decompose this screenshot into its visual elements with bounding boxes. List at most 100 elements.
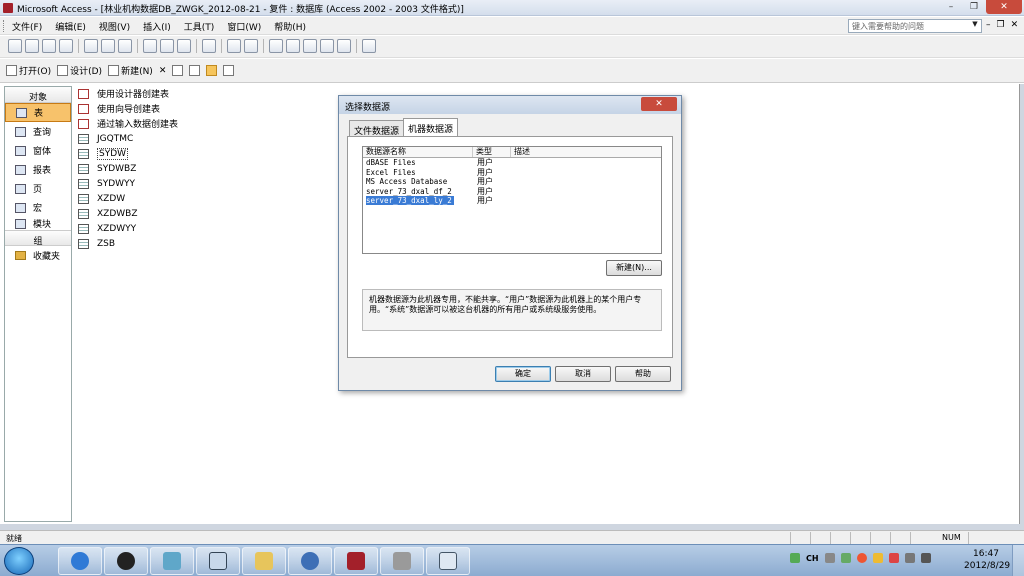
tray-app-icon[interactable] xyxy=(840,553,851,563)
close-icon[interactable]: ✕ xyxy=(986,0,1022,14)
copy-icon[interactable] xyxy=(160,39,174,53)
taskbar-qq[interactable] xyxy=(104,547,148,575)
menu-file[interactable]: 文件(F) xyxy=(12,20,42,33)
taskbar-tools[interactable] xyxy=(380,547,424,575)
list-item[interactable]: 使用向导创建表 xyxy=(78,101,178,116)
data-source-list[interactable]: 数据源名称 类型 描述 dBASE Files 用户 Excel Files 用… xyxy=(362,146,662,254)
table-row[interactable]: Excel Files 用户 xyxy=(363,168,661,178)
list-item[interactable]: XZDW xyxy=(78,191,178,206)
print-icon[interactable] xyxy=(84,39,98,53)
objects-header[interactable]: 对象 xyxy=(5,87,71,103)
design-button[interactable]: 设计(D) xyxy=(57,64,102,77)
list-view-icon[interactable] xyxy=(206,65,218,76)
taskbar-app[interactable] xyxy=(150,547,194,575)
qq-tray-icon[interactable] xyxy=(856,553,867,563)
object-reports[interactable]: 报表 xyxy=(5,160,71,179)
restore-icon[interactable]: ❐ xyxy=(963,0,985,14)
print-preview-icon[interactable] xyxy=(101,39,115,53)
details-view-icon[interactable] xyxy=(223,65,235,76)
keyboard-icon[interactable] xyxy=(824,553,835,563)
menu-view[interactable]: 视图(V) xyxy=(99,20,130,33)
open-folder-icon[interactable] xyxy=(25,39,39,53)
relationships-icon[interactable] xyxy=(320,39,334,53)
groups-header[interactable]: 组 xyxy=(5,230,71,247)
office-links-icon[interactable] xyxy=(227,39,241,53)
properties-icon[interactable] xyxy=(303,39,317,53)
object-tables[interactable]: 表 xyxy=(5,103,71,122)
dialog-close-icon[interactable]: ✕ xyxy=(641,97,677,111)
menu-window[interactable]: 窗口(W) xyxy=(227,20,261,33)
list-item[interactable]: XZDWYY xyxy=(78,221,178,236)
table-row-selected[interactable]: server_73_dxal_ly_2 用户 xyxy=(363,196,661,206)
taskbar-window[interactable] xyxy=(426,547,470,575)
chevron-down-icon[interactable]: ▼ xyxy=(970,20,980,32)
menu-grip[interactable] xyxy=(3,20,6,32)
save-icon[interactable] xyxy=(42,39,56,53)
analyze-icon[interactable] xyxy=(244,39,258,53)
new-button[interactable]: 新建(N) xyxy=(108,64,153,77)
delete-icon[interactable]: ✕ xyxy=(159,66,167,76)
list-item[interactable]: SYDWBZ xyxy=(78,161,178,176)
code-icon[interactable] xyxy=(269,39,283,53)
help-icon[interactable] xyxy=(362,39,376,53)
taskbar-remote[interactable] xyxy=(196,547,240,575)
language-indicator[interactable]: CH xyxy=(806,554,819,563)
taskbar-explorer[interactable] xyxy=(242,547,286,575)
tray-app-icon[interactable] xyxy=(888,553,899,563)
help-search-input[interactable]: 键入需要帮助的问题 ▼ xyxy=(848,19,982,33)
table-row[interactable]: server_73_dxal_df_2 用户 xyxy=(363,187,661,197)
table-row[interactable]: dBASE Files 用户 xyxy=(363,158,661,168)
taskbar-browser[interactable] xyxy=(288,547,332,575)
column-header-description[interactable]: 描述 xyxy=(511,147,661,157)
small-icons-icon[interactable] xyxy=(189,65,201,76)
list-item[interactable]: SYDWYY xyxy=(78,176,178,191)
large-icons-icon[interactable] xyxy=(172,65,184,76)
dialog-title-bar[interactable]: 选择数据源 ✕ xyxy=(339,96,681,114)
mdi-minimize-icon[interactable]: – xyxy=(986,20,991,30)
ok-button[interactable]: 确定 xyxy=(495,366,551,382)
new-data-source-button[interactable]: 新建(N)... xyxy=(606,260,662,276)
list-item[interactable]: XZDWBZ xyxy=(78,206,178,221)
list-item[interactable]: ZSB xyxy=(78,236,178,251)
open-button[interactable]: 打开(O) xyxy=(6,64,51,77)
undo-icon[interactable] xyxy=(202,39,216,53)
list-item[interactable]: JGQTMC xyxy=(78,131,178,146)
spelling-icon[interactable] xyxy=(118,39,132,53)
minimize-icon[interactable]: – xyxy=(940,0,962,14)
tray-app-icon[interactable] xyxy=(872,553,883,563)
menu-edit[interactable]: 编辑(E) xyxy=(55,20,86,33)
show-desktop-button[interactable] xyxy=(1012,545,1024,576)
object-macros[interactable]: 宏 xyxy=(5,198,71,217)
battery-icon[interactable] xyxy=(790,553,800,563)
script-icon[interactable] xyxy=(286,39,300,53)
object-pages[interactable]: 页 xyxy=(5,179,71,198)
taskbar-ie[interactable] xyxy=(58,547,102,575)
clock[interactable]: 16:47 2012/8/29 xyxy=(964,548,1010,572)
start-button[interactable] xyxy=(4,547,34,575)
menu-help[interactable]: 帮助(H) xyxy=(274,20,306,33)
cut-icon[interactable] xyxy=(143,39,157,53)
group-favorites[interactable]: 收藏夹 xyxy=(5,246,71,265)
object-queries[interactable]: 查询 xyxy=(5,122,71,141)
list-item[interactable]: 使用设计器创建表 xyxy=(78,86,178,101)
column-header-name[interactable]: 数据源名称 xyxy=(363,147,473,157)
help-button[interactable]: 帮助 xyxy=(615,366,671,382)
paste-icon[interactable] xyxy=(177,39,191,53)
mdi-restore-icon[interactable]: ❐ xyxy=(997,20,1005,30)
network-icon[interactable] xyxy=(904,553,915,563)
taskbar-access[interactable] xyxy=(334,547,378,575)
menu-tools[interactable]: 工具(T) xyxy=(184,20,215,33)
new-object-icon[interactable] xyxy=(337,39,351,53)
list-item[interactable]: SYDW xyxy=(78,146,178,161)
cancel-button[interactable]: 取消 xyxy=(555,366,611,382)
menu-insert[interactable]: 插入(I) xyxy=(143,20,171,33)
table-row[interactable]: MS Access Database 用户 xyxy=(363,177,661,187)
column-header-type[interactable]: 类型 xyxy=(473,147,511,157)
object-modules[interactable]: 模块 xyxy=(5,217,71,230)
list-item[interactable]: 通过输入数据创建表 xyxy=(78,116,178,131)
file-search-icon[interactable] xyxy=(59,39,73,53)
mdi-close-icon[interactable]: ✕ xyxy=(1011,20,1019,30)
volume-icon[interactable] xyxy=(920,553,931,563)
object-forms[interactable]: 窗体 xyxy=(5,141,71,160)
new-file-icon[interactable] xyxy=(8,39,22,53)
